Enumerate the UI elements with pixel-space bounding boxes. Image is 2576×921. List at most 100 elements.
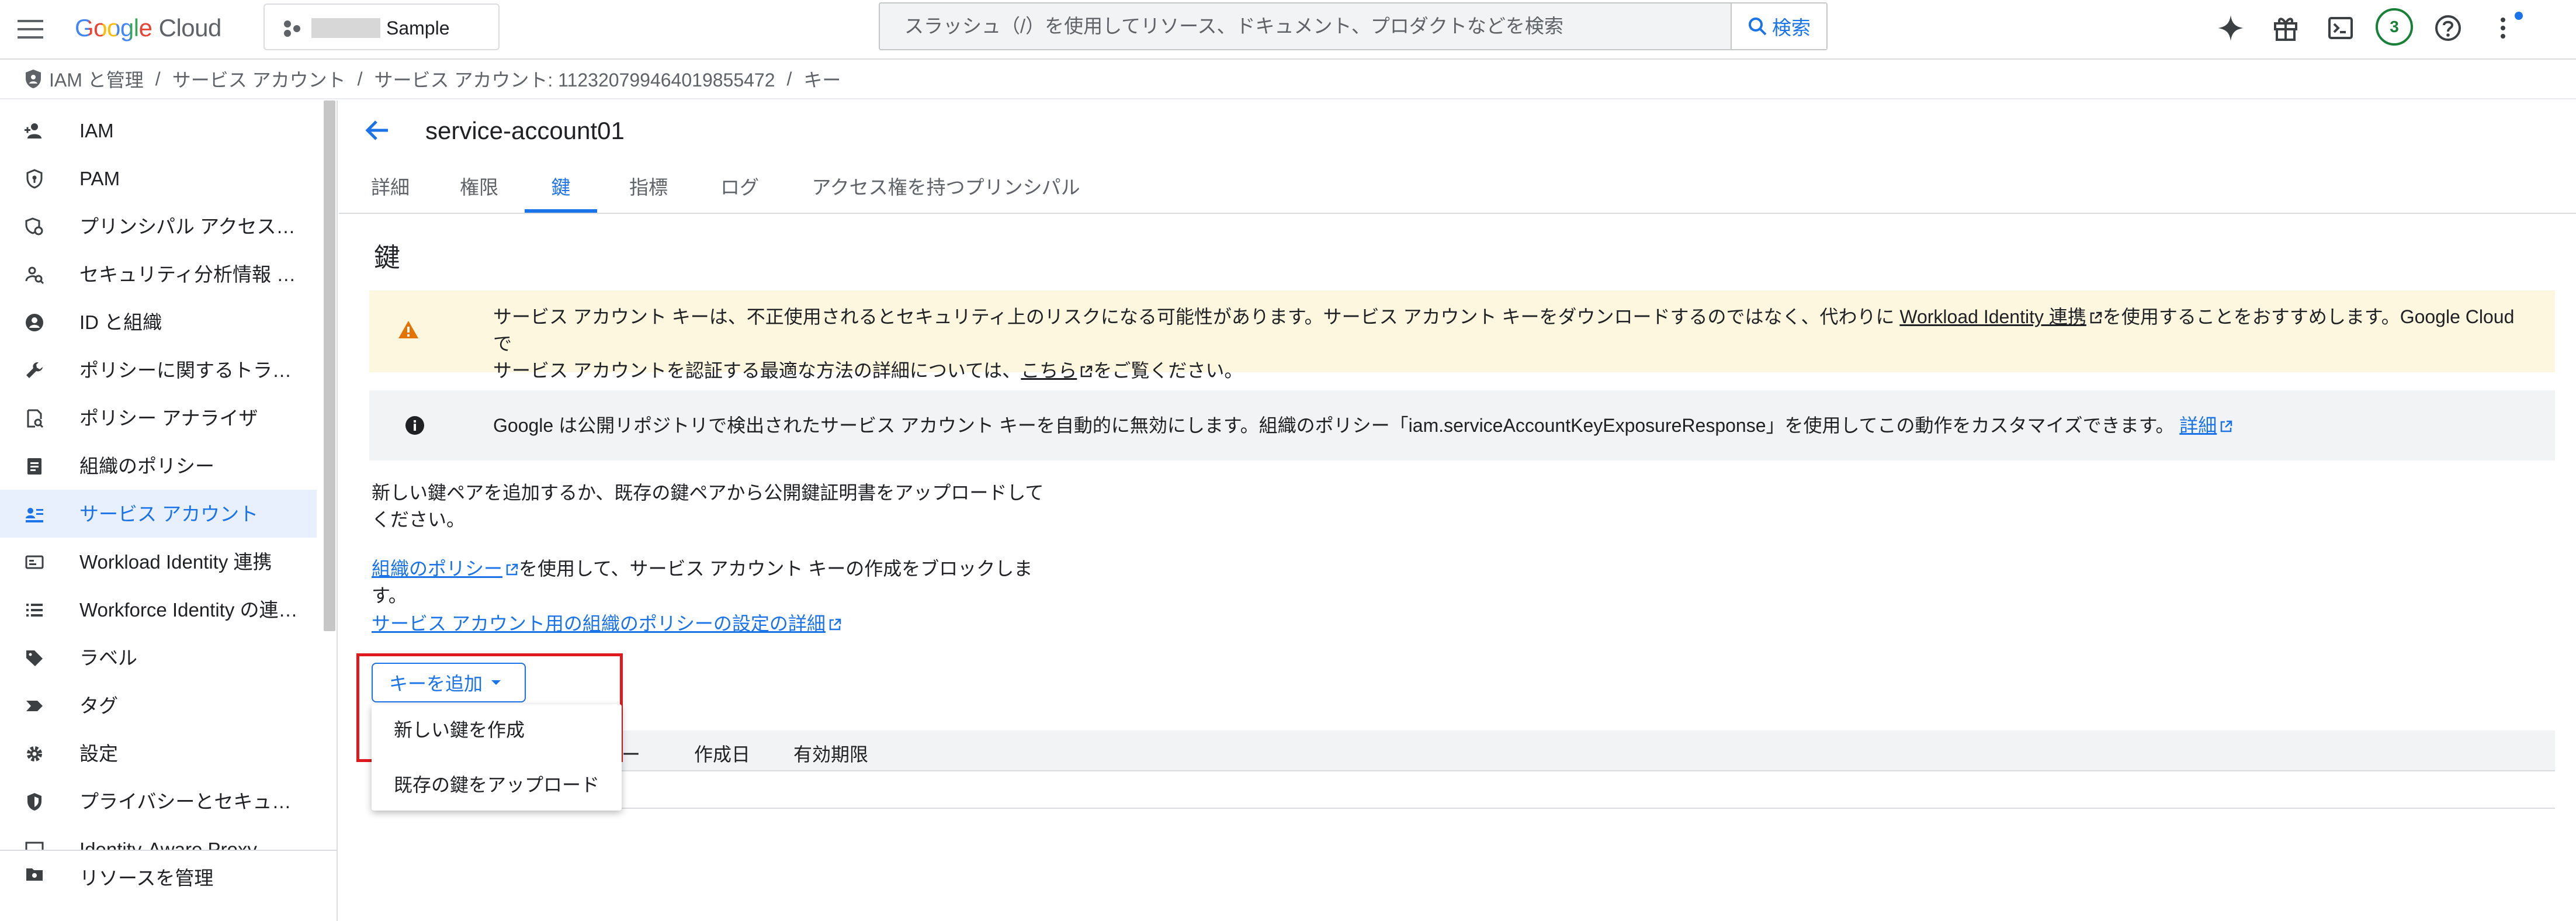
tab-principals-with-access[interactable]: アクセス権を持つプリンシパル — [809, 162, 1083, 213]
tab-details[interactable]: 詳細 — [367, 162, 414, 213]
sidebar-item-label: Workload Identity 連携 — [79, 551, 272, 573]
sidebar-item-workforce-identity[interactable]: Workforce Identity の連… — [0, 586, 317, 633]
sidebar-item-label: タグ — [79, 695, 118, 716]
table-divider — [372, 808, 2555, 809]
breadcrumb-iam[interactable]: IAM と管理 — [49, 65, 144, 92]
list-icon — [25, 600, 44, 620]
warning-text-line2-part1: サービス アカウントを認証する最適な方法の詳細については、 — [493, 360, 1021, 381]
sidebar-scrollbar[interactable] — [324, 101, 335, 631]
sidebar-item-labels[interactable]: ラベル — [0, 633, 317, 681]
iam-shield-icon — [25, 68, 42, 89]
sidebar-item-label: 設定 — [79, 743, 118, 764]
sidebar-item-label: PAM — [79, 168, 120, 189]
tab-keys[interactable]: 鍵 — [525, 162, 597, 213]
sidebar-item-pam[interactable]: PAM — [0, 154, 317, 202]
sidebar-item-tags[interactable]: タグ — [0, 681, 317, 729]
breadcrumb-service-account-id[interactable]: サービス アカウント: 112320799464019855472 — [374, 65, 775, 92]
column-header-key: ー — [622, 744, 641, 765]
section-title: 鍵 — [374, 243, 401, 272]
search-input[interactable] — [881, 5, 1731, 48]
sidebar-item-security-insights[interactable]: セキュリティ分析情報 … — [0, 250, 317, 298]
gear-icon — [25, 744, 44, 764]
sidebar-item-label: プリンシパル アクセス… — [79, 216, 296, 237]
external-link-icon — [1079, 365, 1093, 379]
breadcrumb-service-accounts[interactable]: サービス アカウント — [172, 65, 346, 92]
info-text-body: Google は公開リポジトリで検出されたサービス アカウント キーを自動的に無… — [493, 415, 2175, 436]
shield-key-icon — [25, 169, 44, 189]
principal-access-icon — [25, 217, 44, 237]
warning-text: サービス アカウント キーは、不正使用されるとセキュリティ上のリスクになる可能性… — [493, 303, 2538, 384]
sidebar-item-org-policies[interactable]: 組織のポリシー — [0, 442, 317, 490]
add-key-description: 新しい鍵ペアを追加するか、既存の鍵ペアから公開鍵証明書をアップロードしてください… — [372, 482, 1044, 530]
sidebar-item-policy-troubleshooter[interactable]: ポリシーに関するトラ… — [0, 346, 317, 394]
tab-logs[interactable]: ログ — [716, 162, 763, 213]
sidebar-item-label: ラベル — [79, 647, 137, 669]
shield-icon — [25, 792, 44, 812]
breadcrumb: IAM と管理 / サービス アカウント / サービス アカウント: 11232… — [0, 60, 2576, 99]
column-header-expires[interactable]: 有効期限 — [793, 740, 868, 767]
notification-count-badge[interactable]: 3 — [2376, 8, 2413, 46]
cloud-shell-icon[interactable] — [2323, 11, 2358, 46]
search-icon — [1748, 16, 1767, 36]
sidebar-item-principal-access[interactable]: プリンシパル アクセス… — [0, 202, 317, 250]
org-policy-detail-link[interactable]: サービス アカウント用の組織のポリシーの設定の詳細 — [372, 613, 842, 634]
search-button[interactable]: 検索 — [1731, 4, 1826, 49]
top-bar: Google Cloud Sample 検索 3 — [0, 0, 2576, 60]
external-link-icon — [828, 618, 842, 632]
main-menu-icon[interactable] — [14, 14, 48, 44]
project-selector[interactable]: Sample — [264, 4, 500, 50]
org-policy-detail: サービス アカウント用の組織のポリシーの設定の詳細 — [372, 610, 842, 637]
wrench-icon — [25, 361, 44, 380]
sidebar-item-service-accounts[interactable]: サービス アカウント — [0, 490, 317, 538]
workload-identity-link-label: Workload Identity 連携 — [1899, 306, 2086, 327]
manage-resources-link[interactable]: リソースを管理 — [0, 850, 337, 921]
add-key-button[interactable]: キーを追加 — [372, 663, 526, 702]
gift-icon[interactable] — [2268, 11, 2303, 46]
tab-bar: 詳細 権限 鍵 指標 ログ アクセス権を持つプリンシパル — [339, 162, 2576, 214]
create-new-key-item[interactable]: 新しい鍵を作成 — [372, 708, 622, 750]
gemini-sparkle-icon[interactable] — [2213, 11, 2248, 46]
sidebar-item-workload-identity[interactable]: Workload Identity 連携 — [0, 538, 317, 586]
tag-icon — [25, 696, 44, 716]
org-policy-link[interactable]: 組織のポリシー — [372, 558, 519, 579]
warning-text-part1: サービス アカウント キーは、不正使用されるとセキュリティ上のリスクになる可能性… — [493, 306, 1900, 327]
add-key-dropdown-menu: 新しい鍵を作成 既存の鍵をアップロード — [372, 704, 622, 811]
redacted-org — [311, 18, 380, 38]
learn-more-here-link[interactable]: こちら — [1021, 360, 1093, 381]
column-header-created[interactable]: 作成日 — [694, 740, 750, 767]
sidebar-item-label: ポリシー アナライザ — [79, 407, 258, 429]
tab-permissions[interactable]: 権限 — [456, 162, 502, 213]
workload-identity-link[interactable]: Workload Identity 連携 — [1899, 306, 2103, 327]
logo-google: Google — [75, 14, 152, 41]
upload-existing-key-item[interactable]: 既存の鍵をアップロード — [372, 763, 622, 805]
add-key-button-label: キーを追加 — [389, 673, 483, 694]
back-arrow-icon[interactable] — [362, 116, 391, 145]
tab-metrics[interactable]: 指標 — [625, 162, 672, 213]
warning-icon — [397, 320, 419, 340]
manage-resources-label: リソースを管理 — [79, 867, 214, 889]
info-details-link[interactable]: 詳細 — [2179, 415, 2233, 436]
sidebar-item-label: ポリシーに関するトラ… — [79, 359, 292, 381]
info-icon — [404, 415, 425, 436]
org-policy-description: 組織のポリシー を使用して、サービス アカウント キーの作成をブロックします。 — [372, 555, 1061, 609]
info-banner: Google は公開リポジトリで検出されたサービス アカウント キーを自動的に無… — [369, 390, 2555, 460]
warning-text-line2-part2: をご覧ください。 — [1093, 360, 1243, 381]
sidebar-item-identity-org[interactable]: ID と組織 — [0, 298, 317, 346]
help-icon[interactable] — [2431, 11, 2466, 46]
main-content: service-account01 詳細 権限 鍵 指標 ログ アクセス権を持つ… — [339, 101, 2576, 921]
service-account-icon — [25, 504, 44, 524]
notification-dot — [2515, 12, 2523, 20]
label-icon — [25, 648, 44, 668]
breadcrumb-separator: / — [155, 68, 161, 89]
google-cloud-logo[interactable]: Google Cloud — [75, 13, 221, 43]
sidebar-item-iam[interactable]: IAM — [0, 106, 317, 154]
org-policy-link-label: 組織のポリシー — [372, 558, 503, 579]
info-details-link-label: 詳細 — [2179, 415, 2217, 436]
sidebar-item-label: IAM — [79, 120, 114, 141]
logo-cloud: Cloud — [158, 14, 222, 41]
dropdown-arrow-icon — [491, 679, 501, 686]
sidebar-item-settings[interactable]: 設定 — [0, 729, 317, 777]
breadcrumb-keys: キー — [803, 70, 841, 91]
sidebar-item-privacy-security[interactable]: プライバシーとセキュ… — [0, 777, 317, 825]
sidebar-item-policy-analyzer[interactable]: ポリシー アナライザ — [0, 394, 317, 442]
